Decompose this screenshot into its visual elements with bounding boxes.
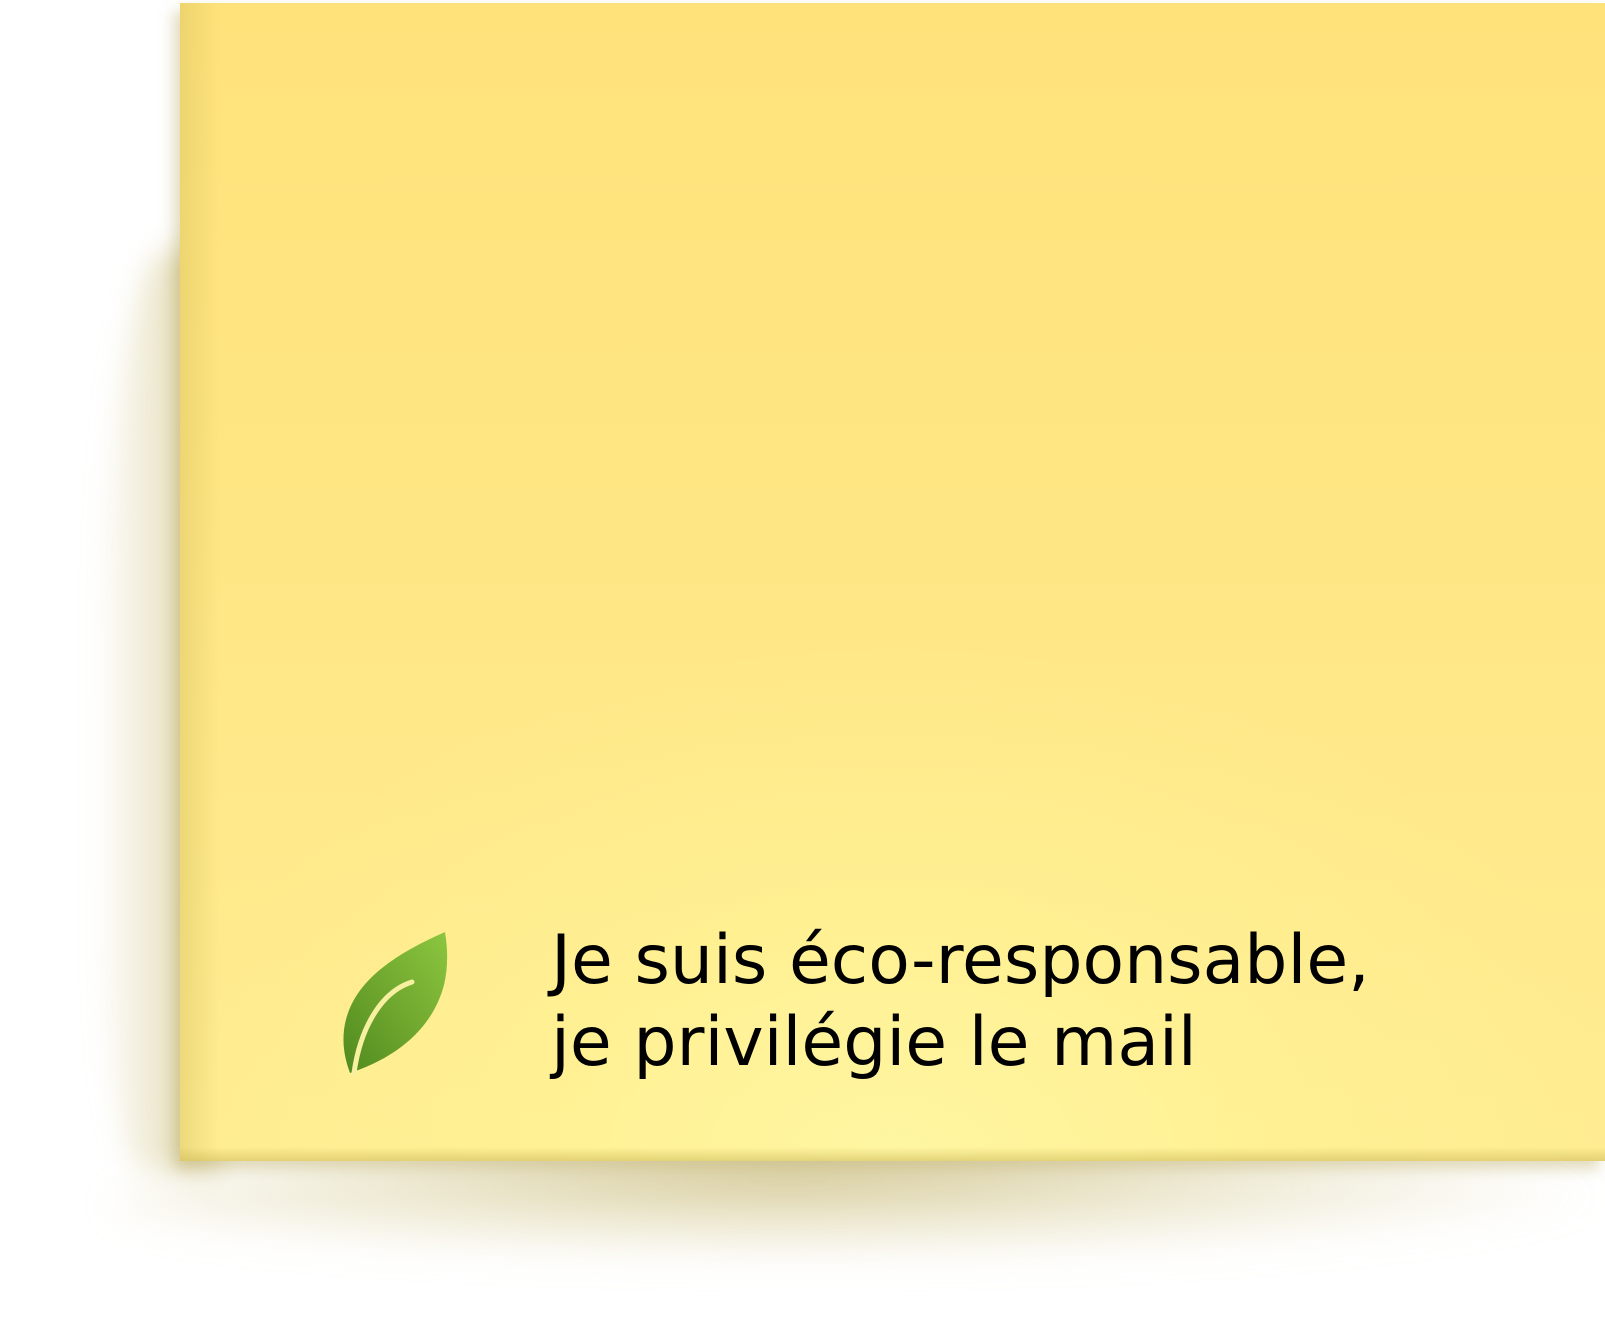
eco-message-line-2: je privilégie le mail [551,1003,1197,1082]
eco-message-line-1: Je suis éco-responsable, [551,921,1370,1000]
eco-message: Je suis éco-responsable, je privilégie l… [551,920,1370,1084]
sticky-note-scene: Je suis éco-responsable, je privilégie l… [0,0,1605,1325]
note-shadow-bottom [110,1150,1605,1260]
leaf-icon [343,932,448,1075]
